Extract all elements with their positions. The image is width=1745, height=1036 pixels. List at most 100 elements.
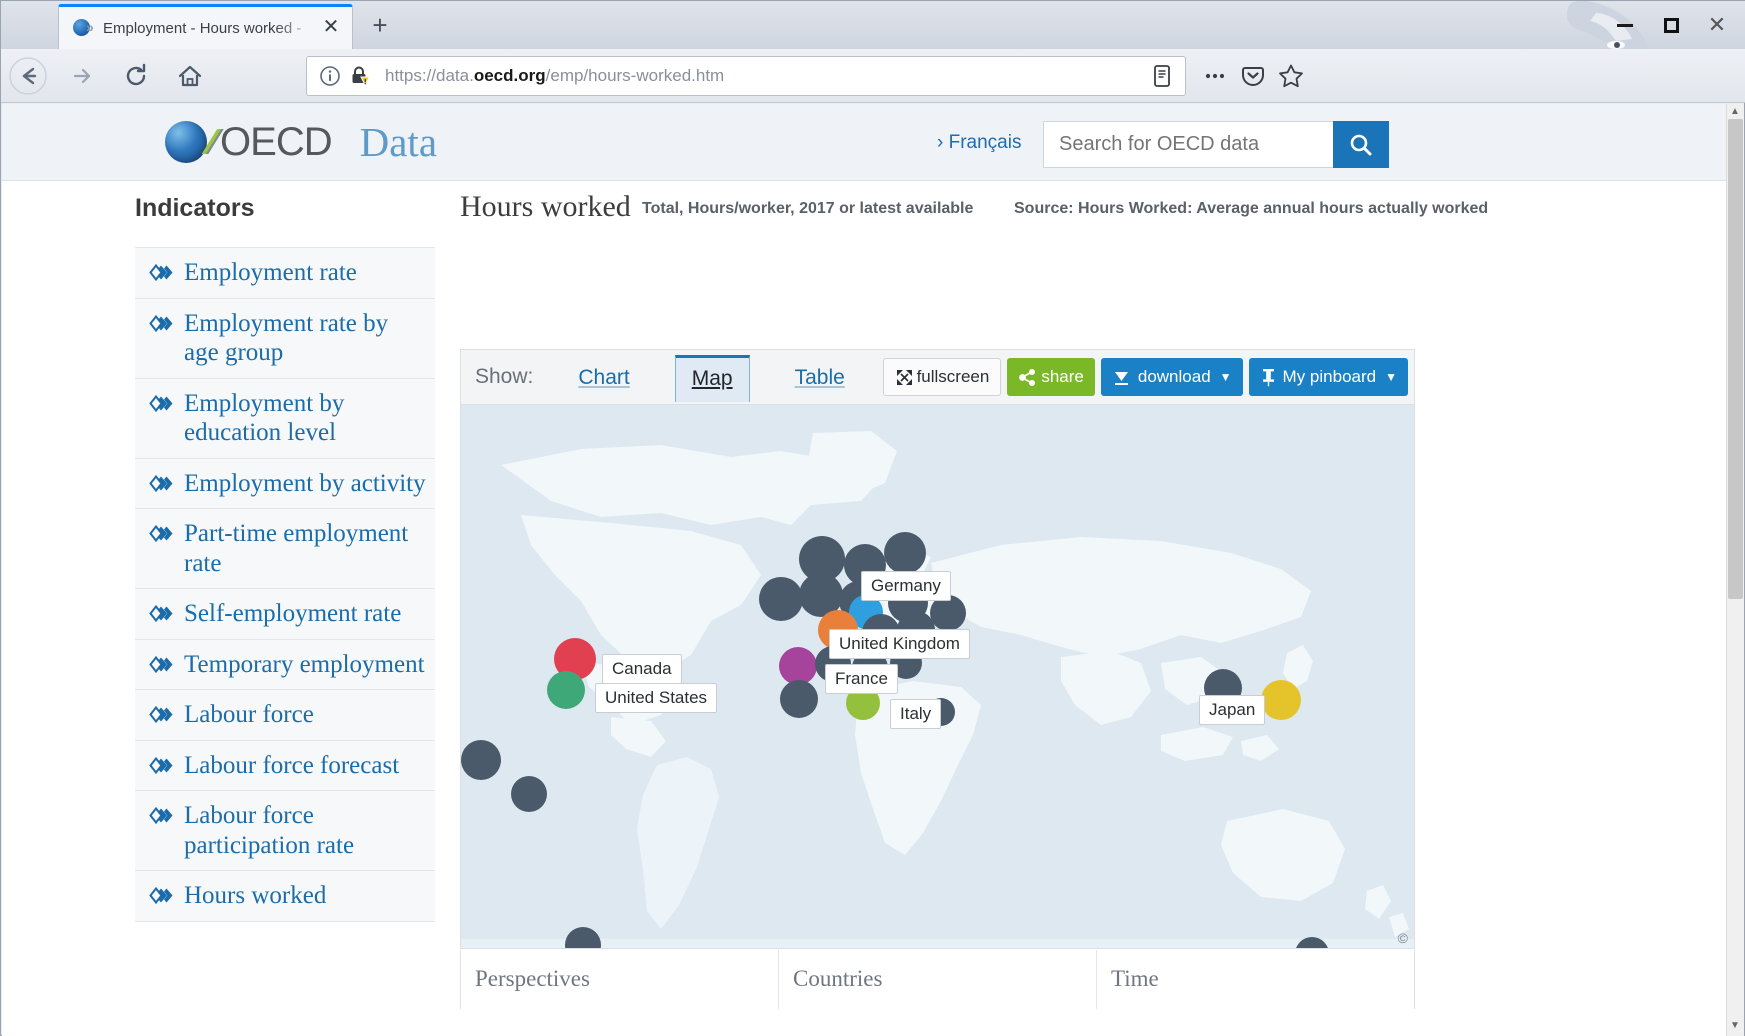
view-tab-table[interactable]: Table (778, 355, 862, 400)
address-bar[interactable]: https://data.oecd.org/emp/hours-worked.h… (306, 56, 1186, 96)
sidebar-item-label: Temporary employment (184, 650, 425, 680)
globe-icon (165, 121, 207, 163)
map-label-italy[interactable]: Italy (890, 699, 941, 729)
pocket-icon[interactable] (1234, 57, 1272, 95)
share-icon (1018, 368, 1037, 387)
new-tab-button[interactable]: + (361, 9, 399, 43)
page-actions-icon[interactable] (1196, 57, 1234, 95)
fullscreen-button[interactable]: fullscreen (883, 358, 1002, 396)
chevron-down-icon: ▼ (1220, 370, 1232, 384)
page-info-icon[interactable] (315, 61, 345, 91)
home-button[interactable] (163, 49, 217, 103)
visualisation-toolbar: Show: Chart Map Table fullscreen (460, 349, 1415, 404)
site-search (1043, 121, 1389, 168)
map-label-germany[interactable]: Germany (861, 571, 951, 601)
sidebar-item-labour-force-participation-rate[interactable]: Labour force participation rate (135, 791, 435, 871)
bookmark-star-icon[interactable] (1272, 57, 1310, 95)
my-pinboard-button[interactable]: My pinboard ▼ (1249, 358, 1408, 396)
insecure-lock-warning-icon[interactable] (345, 61, 375, 91)
sidebar-item-label: Employment by activity (184, 469, 426, 499)
indicator-chevron-icon (149, 395, 175, 412)
indicator-chevron-icon (149, 807, 175, 824)
site-header: ⁄⁄⁄ OECD Data › Français (2, 104, 1727, 181)
url-prefix: https://data. (385, 66, 474, 85)
indicator-chevron-icon (149, 757, 175, 774)
sidebar-item-label: Employment by education level (184, 389, 427, 448)
map-label-france[interactable]: France (825, 664, 898, 694)
sidebar-item-part-time-employment-rate[interactable]: Part-time employment rate (135, 509, 435, 589)
forward-button[interactable] (55, 49, 109, 103)
back-button[interactable] (1, 49, 55, 103)
scroll-down-arrow[interactable]: ▼ (1728, 1020, 1742, 1034)
sidebar-item-employment-by-education-level[interactable]: Employment by education level (135, 379, 435, 459)
bubble-grey-3[interactable] (884, 532, 926, 574)
sidebar-item-employment-rate-by-age-group[interactable]: Employment rate by age group (135, 299, 435, 379)
search-button[interactable] (1333, 121, 1389, 168)
close-icon[interactable]: ✕ (318, 15, 344, 41)
bubble-united-states[interactable] (547, 671, 585, 709)
show-label: Show: (475, 365, 533, 389)
view-tabs: Chart Map Table (533, 354, 861, 401)
map-bottom-panels: PerspectivesCountriesTime (460, 950, 1415, 1009)
oecd-wordmark: OECD (220, 120, 332, 165)
bottom-panel-perspectives[interactable]: Perspectives (461, 950, 779, 1009)
url-path: /emp/hours-worked.htm (546, 66, 725, 85)
indicator-chevron-icon (149, 887, 175, 904)
view-tab-chart[interactable]: Chart (561, 355, 646, 400)
share-button[interactable]: share (1007, 358, 1095, 396)
map-label-united-kingdom[interactable]: United Kingdom (829, 629, 970, 659)
map-label-japan[interactable]: Japan (1199, 695, 1265, 725)
indicator-chevron-icon (149, 264, 175, 281)
scroll-up-arrow[interactable]: ▲ (1728, 106, 1742, 120)
sidebar-item-labour-force[interactable]: Labour force (135, 690, 435, 741)
url-text[interactable]: https://data.oecd.org/emp/hours-worked.h… (385, 66, 1147, 86)
sidebar-item-employment-rate[interactable]: Employment rate (135, 247, 435, 299)
toolbar-extras (1196, 56, 1310, 96)
toolbar-actions: fullscreen share download (877, 358, 1408, 396)
reload-button[interactable] (109, 49, 163, 103)
search-icon (1348, 132, 1374, 158)
indicator-chevron-icon (149, 656, 175, 673)
map-label-canada[interactable]: Canada (602, 654, 682, 684)
oecd-favicon-icon: » (73, 17, 95, 39)
sidebar-item-labour-force-forecast[interactable]: Labour force forecast (135, 741, 435, 792)
bottom-panel-countries[interactable]: Countries (779, 950, 1097, 1009)
sidebar-item-label: Hours worked (184, 881, 326, 911)
sidebar-item-temporary-employment[interactable]: Temporary employment (135, 640, 435, 691)
world-map[interactable]: Germany United Kingdom Canada France United … (460, 404, 1415, 949)
sidebar-item-hours-worked[interactable]: Hours worked (135, 871, 435, 922)
pin-icon (1260, 368, 1277, 387)
window-close-button[interactable]: ✕ (1694, 9, 1740, 41)
sidebar-item-employment-by-activity[interactable]: Employment by activity (135, 459, 435, 510)
browser-tab-employment-hours-worked[interactable]: » Employment - Hours worked - ✕ (58, 4, 353, 49)
swoosh-icon: ⁄⁄⁄ (209, 122, 215, 162)
sidebar-item-label: Labour force (184, 700, 314, 730)
bubble-grey-14[interactable] (780, 680, 818, 718)
oecd-logo[interactable]: ⁄⁄⁄ OECD Data (165, 118, 437, 166)
search-input[interactable] (1043, 121, 1333, 168)
bubble-grey-18[interactable] (511, 776, 547, 812)
bubble-grey-4[interactable] (759, 577, 803, 621)
reader-mode-icon[interactable] (1147, 61, 1177, 91)
tab-title-label: Employment - Hours worked - (103, 20, 318, 37)
minimize-button[interactable] (1602, 9, 1648, 41)
indicator-chevron-icon (149, 605, 175, 622)
view-tab-map[interactable]: Map (675, 355, 750, 402)
tab-strip: » Employment - Hours worked - ✕ + (1, 1, 1745, 49)
download-button[interactable]: download ▼ (1101, 358, 1243, 396)
maximize-button[interactable] (1648, 9, 1694, 41)
fullscreen-label: fullscreen (917, 367, 990, 387)
bubble-japan[interactable] (1261, 680, 1301, 720)
page-title: Hours worked (460, 190, 631, 224)
bubble-grey-17[interactable] (461, 740, 501, 780)
map-label-united-states[interactable]: United States (595, 683, 717, 713)
indicator-chevron-icon (149, 525, 175, 542)
francais-link[interactable]: › Français (937, 132, 1021, 154)
indicator-chevron-icon (149, 315, 175, 332)
sidebar-item-self-employment-rate[interactable]: Self-employment rate (135, 589, 435, 640)
bottom-panel-time[interactable]: Time (1097, 950, 1414, 1009)
sidebar-item-label: Labour force forecast (184, 751, 399, 781)
page-scrollbar-thumb[interactable] (1728, 119, 1743, 599)
download-icon (1112, 368, 1131, 387)
title-row: Indicators Hours worked Total, Hours/wor… (2, 182, 1727, 227)
